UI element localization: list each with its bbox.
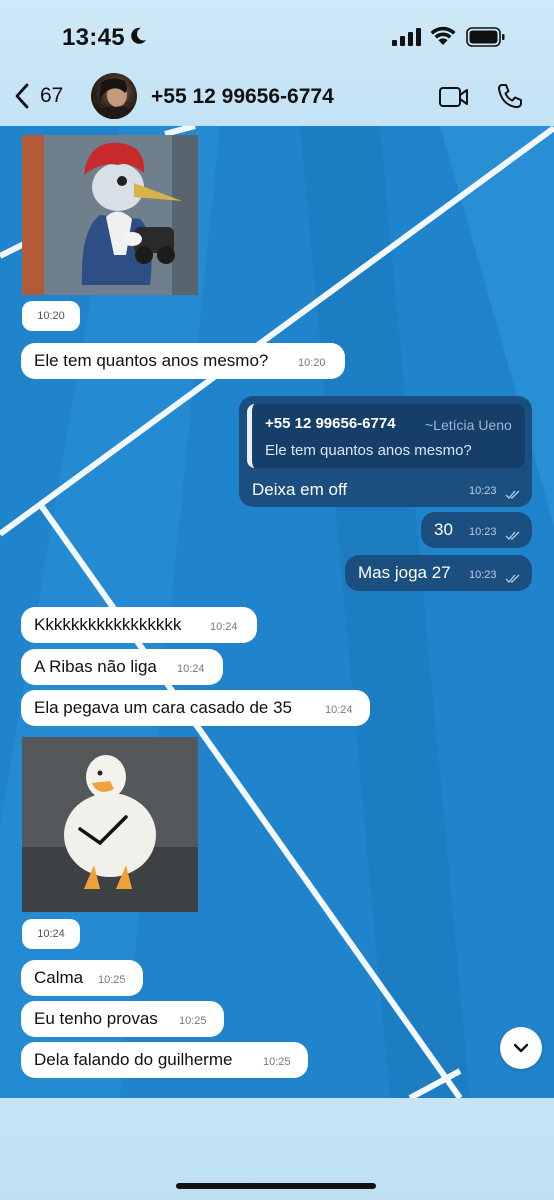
image-timestamp: 10:24 — [22, 919, 80, 949]
message-text: Deixa em off — [252, 480, 348, 499]
unread-count: 67 — [40, 84, 64, 107]
message-text: Kkkkkkkkkkkkkkkkk — [34, 615, 182, 634]
message-time: 10:24 — [325, 704, 353, 716]
back-button[interactable]: 67 — [14, 82, 63, 110]
message-bubble-incoming[interactable]: Calma 10:25 — [21, 960, 143, 996]
reply-sender: +55 12 99656-6774 — [265, 415, 396, 432]
reply-alias: ~Letícia Ueno — [425, 417, 512, 433]
message-text: Dela falando do guilherme — [34, 1050, 233, 1069]
reply-quote: Ele tem quantos anos mesmo? — [265, 442, 472, 459]
message-bubble-incoming[interactable]: Ela pegava um cara casado de 35 10:24 — [21, 690, 370, 726]
message-time: 10:25 — [263, 1056, 291, 1068]
message-time: 10:24 — [210, 621, 238, 633]
video-camera-icon[interactable] — [438, 85, 470, 109]
message-time: 10:23 — [469, 569, 497, 581]
message-text: Ele tem quantos anos mesmo? — [34, 351, 269, 370]
image-message-woodpecker[interactable] — [22, 135, 198, 295]
message-time: 10:23 — [469, 485, 497, 497]
message-text: Eu tenho provas — [34, 1009, 158, 1028]
status-time: 13:45 — [62, 24, 125, 51]
avatar[interactable] — [91, 73, 137, 119]
avatar-photo — [91, 78, 137, 119]
message-time: 10:25 — [98, 974, 126, 986]
message-bubble-outgoing[interactable]: Mas joga 27 10:23 — [345, 555, 532, 591]
signal-icon — [392, 28, 421, 46]
quoted-reply[interactable]: +55 12 99656-6774 ~Letícia Ueno Ele tem … — [247, 404, 525, 468]
duck-image — [22, 737, 198, 912]
message-bubble-incoming[interactable]: Eu tenho provas 10:25 — [21, 1001, 224, 1037]
chevron-down-icon — [513, 1043, 529, 1053]
message-time: 10:24 — [177, 663, 205, 675]
battery-icon — [466, 27, 505, 47]
message-bubble-incoming[interactable]: Kkkkkkkkkkkkkkkkk 10:24 — [21, 607, 257, 643]
chat-header: 67 +55 12 99656-6774 — [0, 70, 554, 126]
top-bar: 13:45 67 +55 12 99656-6774 — [0, 0, 554, 126]
scroll-to-bottom-button[interactable] — [500, 1027, 542, 1069]
message-bubble-outgoing[interactable]: 30 10:23 — [421, 512, 532, 548]
chevron-left-icon — [15, 83, 29, 109]
moon-icon — [131, 27, 146, 44]
message-bubble-incoming[interactable]: A Ribas não liga 10:24 — [21, 649, 223, 685]
message-text: Ela pegava um cara casado de 35 — [34, 698, 293, 717]
home-indicator[interactable] — [176, 1183, 376, 1189]
message-text: Mas joga 27 — [358, 563, 451, 582]
woodpecker-image — [22, 135, 198, 295]
message-bubble-incoming[interactable]: Ele tem quantos anos mesmo? 10:20 — [21, 343, 345, 379]
phone-icon[interactable] — [496, 82, 524, 110]
double-check-icon — [505, 531, 520, 540]
message-text: 30 — [434, 520, 453, 539]
message-time: 10:23 — [469, 526, 497, 538]
double-check-icon — [505, 574, 520, 583]
message-time: 10:20 — [298, 357, 326, 369]
wifi-icon — [430, 26, 456, 45]
image-timestamp: 10:20 — [22, 301, 80, 331]
double-check-icon — [505, 490, 520, 499]
message-text: A Ribas não liga — [34, 657, 157, 676]
status-bar: 13:45 — [0, 0, 554, 70]
message-bubble-incoming[interactable]: Dela falando do guilherme 10:25 — [21, 1042, 308, 1078]
message-text: Calma — [34, 968, 84, 987]
message-bubble-outgoing-reply[interactable]: +55 12 99656-6774 ~Letícia Ueno Ele tem … — [239, 396, 532, 507]
message-time: 10:25 — [179, 1015, 207, 1027]
contact-name[interactable]: +55 12 99656-6774 — [151, 85, 334, 109]
image-message-duck[interactable] — [22, 737, 198, 912]
